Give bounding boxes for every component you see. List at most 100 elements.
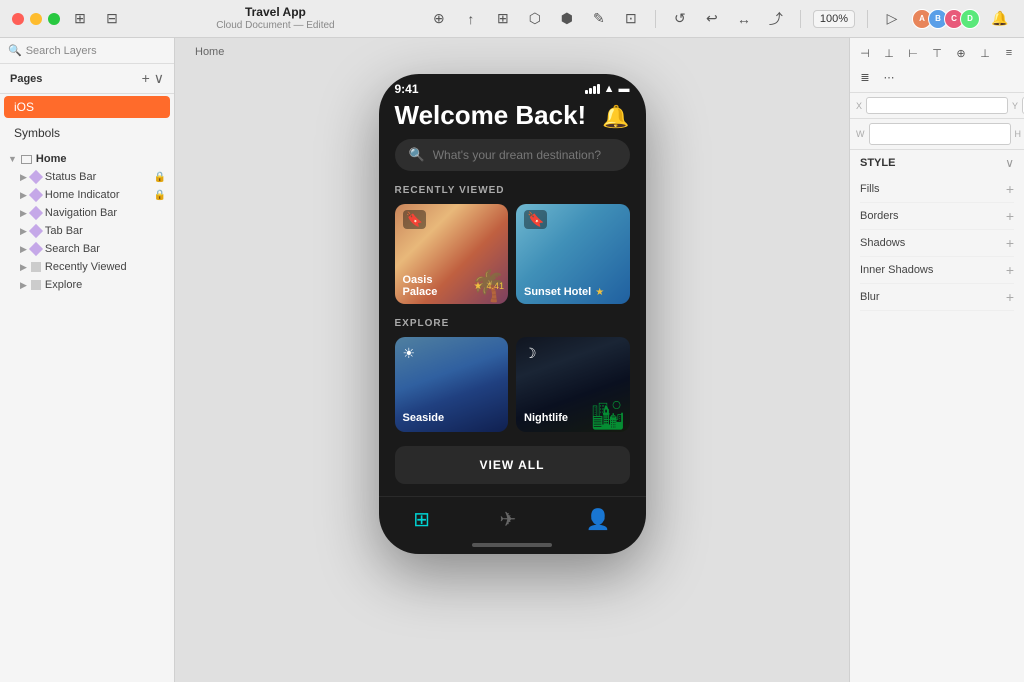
layer-chevron: ▶	[20, 208, 27, 219]
tab-flights[interactable]: ✈	[500, 507, 517, 532]
sun-icon: ☀	[403, 345, 416, 362]
toolbar-icons: ⊕ ↑ ⊞ ⬡ ⬢ ✎ ⊡ ↺ ↩ ↔ ⤴ 100% ▷ A B C D 🔔	[427, 7, 1012, 31]
component-icon[interactable]: ⬢	[555, 7, 579, 31]
pages-label: Pages	[10, 73, 42, 85]
close-button[interactable]	[12, 13, 24, 25]
play-icon[interactable]: ▷	[880, 7, 904, 31]
w-field[interactable]	[869, 123, 1011, 145]
card-oasis-label-row: Oasis Palace ★ 4.41	[403, 274, 505, 298]
add-inner-shadow-button[interactable]: +	[1006, 262, 1014, 278]
align-left-icon[interactable]: ⊣	[854, 42, 876, 64]
duplicate-icon[interactable]: ↺	[668, 7, 692, 31]
welcome-row: Welcome Back! 🔔	[395, 100, 630, 131]
maximize-button[interactable]	[48, 13, 60, 25]
layer-tab-bar[interactable]: ▶ Tab Bar	[0, 222, 174, 240]
tab-home[interactable]: ⊞	[413, 507, 430, 532]
share-icon[interactable]: ⤴	[764, 7, 788, 31]
add-fill-button[interactable]: +	[1006, 181, 1014, 197]
add-border-button[interactable]: +	[1006, 208, 1014, 224]
avatar-group: A B C D	[916, 9, 980, 29]
coord-row-wh: W H ⊕	[850, 119, 1024, 150]
frame-icon[interactable]: ⬡	[523, 7, 547, 31]
traffic-lights	[12, 13, 60, 25]
insert-icon[interactable]: ⊕	[427, 7, 451, 31]
wifi-icon: ▲	[604, 83, 615, 95]
layer-grid-icon	[31, 262, 41, 272]
table-icon[interactable]: ⊞	[491, 7, 515, 31]
align-top-icon[interactable]: ⊤	[926, 42, 948, 64]
view-all-button[interactable]: VIEW ALL	[395, 446, 630, 484]
align-right-icon[interactable]: ⊢	[902, 42, 924, 64]
crop-icon[interactable]: ⊡	[619, 7, 643, 31]
upload-icon[interactable]: ↑	[459, 7, 483, 31]
style-row-fills: Fills +	[860, 176, 1014, 203]
layer-group-home[interactable]: ▼ Home	[0, 150, 174, 168]
expand-pages-button[interactable]: ∨	[154, 70, 164, 87]
layer-label: Explore	[45, 279, 166, 291]
link-icon[interactable]: ↩	[700, 7, 724, 31]
layer-status-bar[interactable]: ▶ Status Bar 🔒	[0, 168, 174, 186]
bookmark-icon: 🔖	[403, 210, 426, 229]
layer-diamond-icon	[29, 188, 43, 202]
card-sunset[interactable]: 🔖 Sunset Hotel ★	[516, 204, 630, 304]
layer-diamond-icon	[29, 224, 43, 238]
tab-profile[interactable]: 👤	[586, 507, 611, 532]
profile-tab-icon: 👤	[586, 507, 611, 532]
mirror-icon[interactable]: ↔	[732, 7, 756, 31]
layer-chevron: ▶	[20, 172, 27, 183]
card-sunset-name: Sunset Hotel	[524, 286, 591, 298]
x-field[interactable]	[866, 97, 1008, 114]
layer-chevron: ▶	[20, 262, 27, 273]
layer-label: Home Indicator	[45, 189, 150, 201]
style-toggle-icon[interactable]: ∨	[1005, 156, 1014, 170]
style-row-borders: Borders +	[860, 203, 1014, 230]
page-ios[interactable]: iOS	[4, 96, 170, 118]
add-blur-button[interactable]: +	[1006, 289, 1014, 305]
layers-icon[interactable]: ⊞	[68, 7, 92, 31]
page-symbols[interactable]: Symbols	[4, 122, 170, 144]
align-bottom-icon[interactable]: ⊥	[974, 42, 996, 64]
bar2	[589, 88, 592, 94]
bar4	[597, 84, 600, 94]
grid-icon[interactable]: ⊟	[100, 7, 124, 31]
right-panel: ⊣ ⊥ ⊢ ⊤ ⊕ ⊥ ≡ ≣ ⋯ X Y W H ⊕ STYLE ∨	[849, 38, 1024, 682]
layer-search-bar[interactable]: ▶ Search Bar	[0, 240, 174, 258]
style-row-inner-shadows: Inner Shadows +	[860, 257, 1014, 284]
search-layers-label: Search Layers	[26, 45, 97, 57]
notifications-icon[interactable]: 🔔	[988, 7, 1012, 31]
home-layer-icon	[21, 155, 32, 164]
search-bar[interactable]: 🔍 What's your dream destination?	[395, 139, 630, 171]
layer-explore[interactable]: ▶ Explore	[0, 276, 174, 294]
layer-home-indicator[interactable]: ▶ Home Indicator 🔒	[0, 186, 174, 204]
card-oasis[interactable]: 🌴 🔖 Oasis Palace ★ 4.41	[395, 204, 509, 304]
search-placeholder: What's your dream destination?	[433, 148, 601, 162]
layer-navigation-bar[interactable]: ▶ Navigation Bar	[0, 204, 174, 222]
explore-card-nightlife[interactable]: ☽ 🏙 Nightlife	[516, 337, 630, 432]
status-time: 9:41	[395, 82, 419, 96]
main-layout: 🔍 Search Layers Pages + ∨ iOS Symbols ▼ …	[0, 38, 1024, 682]
blur-label: Blur	[860, 291, 880, 303]
w-label: W	[854, 123, 867, 145]
minimize-button[interactable]	[30, 13, 42, 25]
add-shadow-button[interactable]: +	[1006, 235, 1014, 251]
shadows-label: Shadows	[860, 237, 905, 249]
distribute-h-icon[interactable]: ≡	[998, 42, 1020, 64]
zoom-control[interactable]: 100%	[813, 10, 855, 28]
align-center-v-icon[interactable]: ⊕	[950, 42, 972, 64]
add-page-button[interactable]: +	[142, 70, 150, 87]
layer-recently-viewed[interactable]: ▶ Recently Viewed	[0, 258, 174, 276]
notification-bell-icon[interactable]: 🔔	[602, 104, 629, 130]
layer-label: Status Bar	[45, 171, 150, 183]
distribute-v-icon[interactable]: ≣	[854, 66, 876, 88]
layer-diamond-icon	[29, 206, 43, 220]
separator3	[867, 10, 868, 28]
more-icon[interactable]: ⋯	[878, 66, 900, 88]
recently-viewed-cards: 🌴 🔖 Oasis Palace ★ 4.41 🔖 Sunset Hotel ★	[395, 204, 630, 304]
title-center: Travel App Cloud Document — Edited	[132, 5, 419, 31]
pen-icon[interactable]: ✎	[587, 7, 611, 31]
card-oasis-rating: 4.41	[486, 281, 504, 291]
search-icon: 🔍	[409, 147, 425, 163]
explore-card-seaside[interactable]: ☀ Seaside	[395, 337, 509, 432]
align-center-h-icon[interactable]: ⊥	[878, 42, 900, 64]
search-layers-bar[interactable]: 🔍 Search Layers	[0, 38, 174, 64]
